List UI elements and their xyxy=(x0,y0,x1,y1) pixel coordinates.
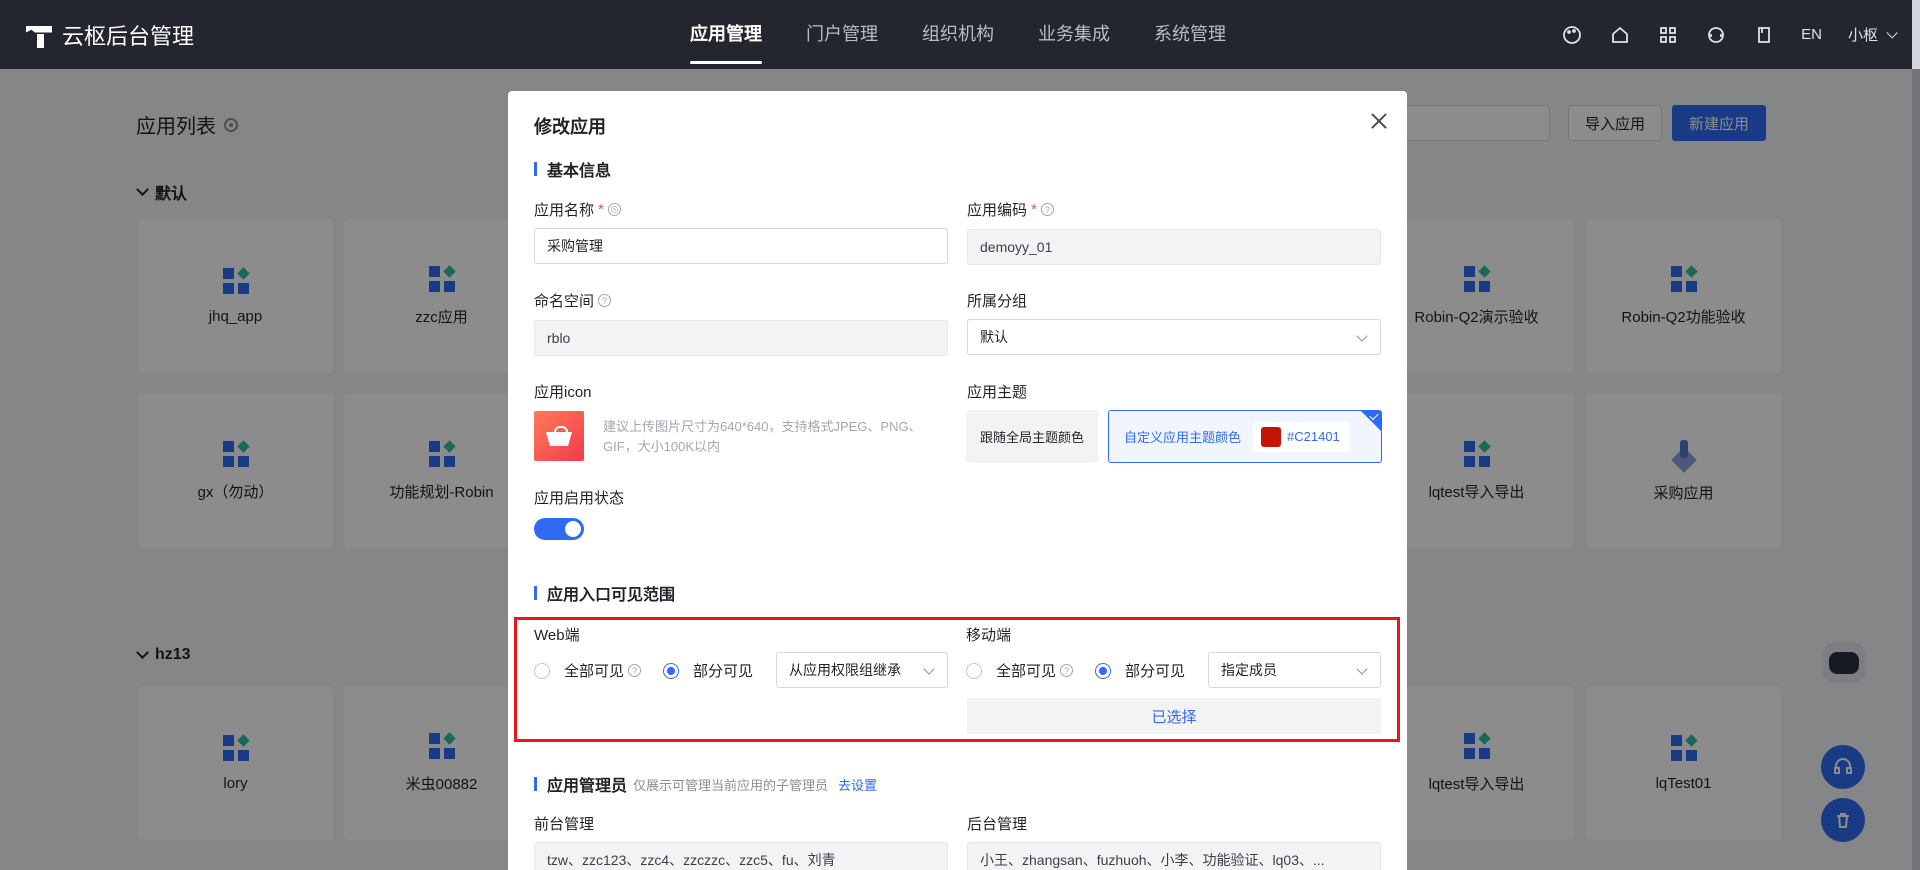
app-icon-upload[interactable] xyxy=(534,411,584,461)
color-swatch xyxy=(1261,426,1282,447)
menu-item-integration[interactable]: 业务集成 xyxy=(1038,0,1110,69)
web-scope-select[interactable]: 从应用权限组继承 xyxy=(776,652,948,688)
group-label: 所属分组 xyxy=(967,293,1028,310)
chevron-down-icon xyxy=(923,663,935,675)
app-code-label: 应用编码 * ? xyxy=(967,199,1054,220)
top-nav: 云枢后台管理 应用管理 门户管理 组织机构 业务集成 系统管理 EN 小枢 xyxy=(0,0,1920,69)
brand[interactable]: 云枢后台管理 xyxy=(26,0,194,69)
help-icon[interactable]: ? xyxy=(628,664,642,677)
web-part-radio[interactable] xyxy=(663,662,680,679)
menu-item-app[interactable]: 应用管理 xyxy=(690,0,762,69)
help-icon[interactable]: ? xyxy=(1060,664,1074,677)
theme-label: 应用主题 xyxy=(967,384,1028,401)
required-mark: * xyxy=(598,201,604,218)
user-menu[interactable]: 小枢 xyxy=(1847,24,1898,45)
app-name-label: 应用名称 * ◎ xyxy=(534,199,621,220)
required-mark: * xyxy=(1031,201,1037,218)
theme-custom-option[interactable]: 自定义应用主题颜色 #C21401 xyxy=(1108,410,1382,463)
mobile-label: 移动端 xyxy=(966,627,1012,644)
namespace-input[interactable]: rblo xyxy=(534,320,948,356)
menu-item-portal[interactable]: 门户管理 xyxy=(806,0,878,69)
basket-icon xyxy=(546,426,572,446)
go-settings-link[interactable]: 去设置 xyxy=(838,775,877,794)
mobile-all-radio[interactable] xyxy=(966,662,982,679)
front-admin-field[interactable]: tzw、zzc123、zzc4、zzczzc、zzc5、fu、刘青 xyxy=(534,842,948,870)
help-icon[interactable]: ? xyxy=(1040,203,1054,216)
main-menu: 应用管理 门户管理 组织机构 业务集成 系统管理 xyxy=(690,0,1226,69)
app-code-input[interactable]: demoyy_01 xyxy=(967,229,1381,265)
back-admin-field[interactable]: 小王、zhangsan、fuzhuoh、小李、功能验证、lq03、... xyxy=(967,842,1381,870)
namespace-label: 命名空间 ? xyxy=(534,290,612,311)
status-toggle[interactable] xyxy=(534,518,584,540)
mobile-visibility: 全部可见 ? 部分可见 xyxy=(966,660,1185,681)
web-label: Web端 xyxy=(534,627,580,644)
section-visible-scope: 应用入口可见范围 xyxy=(534,581,675,605)
status-label: 应用启用状态 xyxy=(534,490,625,507)
selected-members-button[interactable]: 已选择 xyxy=(967,698,1381,734)
app-icon-label: 应用icon xyxy=(534,384,592,401)
chevron-down-icon xyxy=(1356,663,1368,675)
web-all-radio[interactable] xyxy=(534,662,550,679)
user-name: 小枢 xyxy=(1847,27,1878,44)
group-select[interactable]: 默认 xyxy=(967,319,1381,355)
language-switch[interactable]: EN xyxy=(1801,26,1822,43)
palette-icon[interactable] xyxy=(1561,24,1583,46)
upload-hint: 建议上传图片尺寸为640*640，支持格式JPEG、PNG、GIF，大小100K… xyxy=(603,419,922,454)
home-icon[interactable] xyxy=(1609,24,1631,46)
book-icon[interactable] xyxy=(1753,24,1775,46)
logo-icon xyxy=(26,22,52,48)
edit-app-dialog: 修改应用 基本信息 应用名称 * ◎ 采购管理 应用编码 * ? demoyy_01… xyxy=(508,91,1407,870)
app-name-input[interactable]: 采购管理 xyxy=(534,228,948,264)
section-basic-info: 基本信息 xyxy=(534,157,611,181)
nav-tools: EN 小枢 xyxy=(1561,0,1898,69)
brand-title: 云枢后台管理 xyxy=(62,23,195,49)
front-admin-label: 前台管理 xyxy=(534,816,595,833)
chevron-down-icon xyxy=(1356,330,1368,342)
close-icon[interactable] xyxy=(1369,111,1389,131)
dialog-title: 修改应用 xyxy=(534,117,606,137)
apps-grid-icon[interactable] xyxy=(1657,24,1679,46)
mobile-part-radio[interactable] xyxy=(1095,662,1112,679)
menu-item-system[interactable]: 系统管理 xyxy=(1154,0,1226,69)
mobile-scope-select[interactable]: 指定成员 xyxy=(1208,652,1381,688)
web-visibility: 全部可见 ? 部分可见 xyxy=(534,660,753,681)
back-admin-label: 后台管理 xyxy=(967,816,1028,833)
support-icon[interactable] xyxy=(1705,24,1727,46)
menu-item-org[interactable]: 组织机构 xyxy=(922,0,994,69)
section-admins: 应用管理员 仅展示可管理当前应用的子管理员 去设置 xyxy=(534,772,877,796)
globe-icon[interactable]: ◎ xyxy=(607,203,621,216)
color-picker[interactable]: #C21401 xyxy=(1253,421,1350,452)
chevron-down-icon xyxy=(1886,26,1898,39)
theme-follow-option[interactable]: 跟随全局主题颜色 xyxy=(966,410,1098,463)
help-icon[interactable]: ? xyxy=(598,294,612,307)
